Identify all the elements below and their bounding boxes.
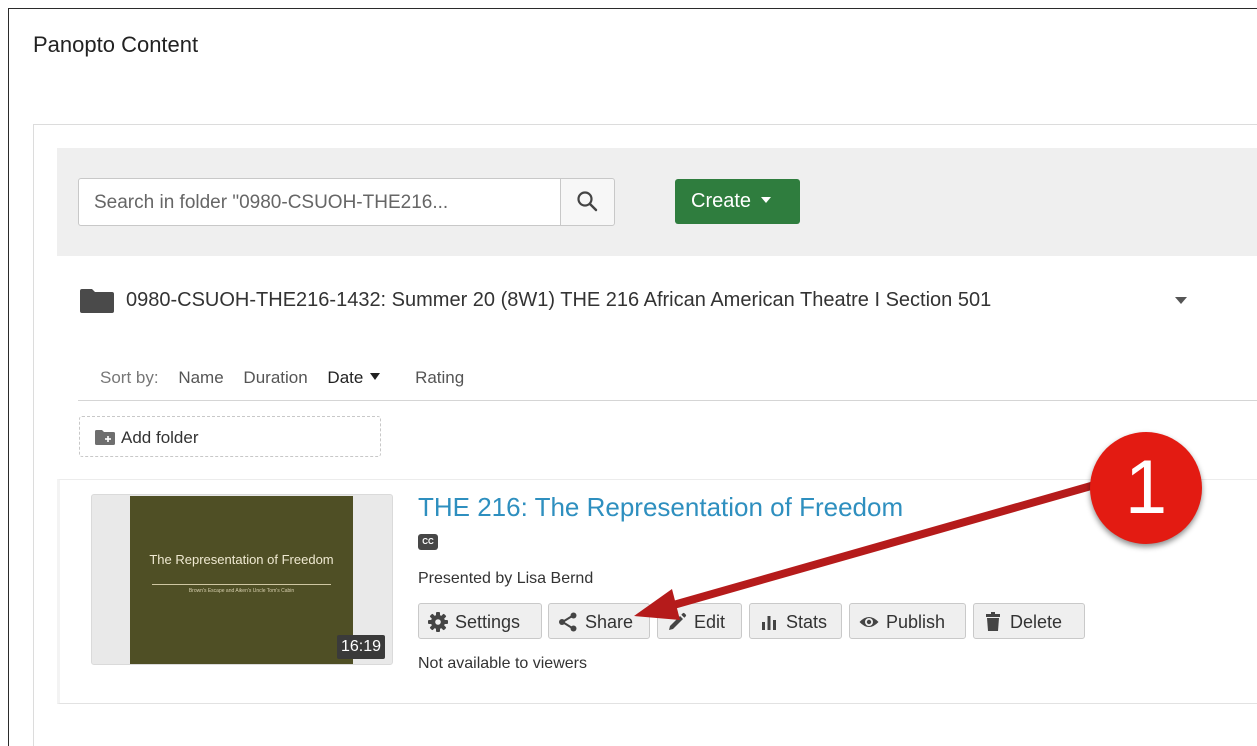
annotation-arrow: [634, 480, 1102, 620]
step-number-badge: 1: [1090, 432, 1202, 544]
